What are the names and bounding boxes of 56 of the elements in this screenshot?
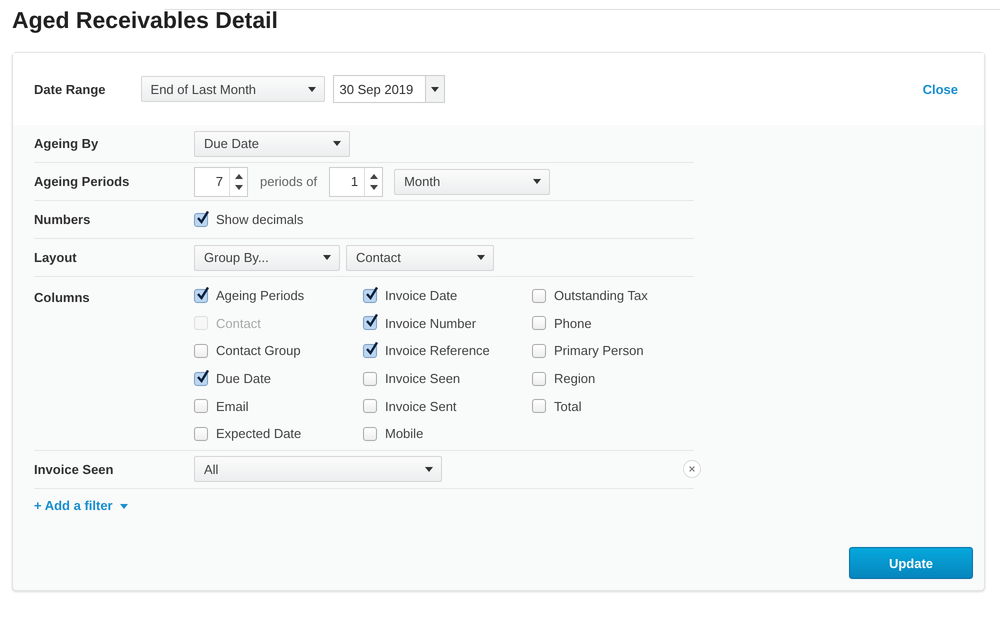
checkbox[interactable] xyxy=(532,316,546,330)
checkbox[interactable] xyxy=(194,288,208,303)
field-label: Date Range xyxy=(34,82,106,96)
checkbox[interactable] xyxy=(532,372,546,386)
group-by-dropdown[interactable]: Group By... xyxy=(194,244,340,270)
field-label: Ageing By xyxy=(34,136,100,151)
checkbox[interactable] xyxy=(363,316,377,330)
checkbox-label: Mobile xyxy=(385,426,424,442)
caret-icon xyxy=(120,504,128,509)
field-label: Invoice Seen xyxy=(34,462,114,477)
checkbox-label: Email xyxy=(216,398,249,414)
checkbox[interactable] xyxy=(363,426,377,441)
filter-dropdown[interactable]: All xyxy=(194,456,442,482)
period-unit-dropdown[interactable]: Month xyxy=(394,168,550,194)
checkbox[interactable] xyxy=(194,426,208,441)
periods-of-text: periods of xyxy=(260,174,318,189)
field-label: Layout xyxy=(34,250,78,265)
checkbox-label: Total xyxy=(554,398,582,414)
close-link[interactable]: Close xyxy=(922,82,958,96)
layout-dropdown[interactable]: Contact xyxy=(346,244,494,270)
checkbox[interactable] xyxy=(363,399,377,414)
field-label: Numbers xyxy=(34,212,92,227)
checkbox-label: Expected Date xyxy=(216,426,302,442)
checkbox[interactable] xyxy=(363,288,377,303)
checkbox-label: Outstanding Tax xyxy=(554,288,648,304)
checkbox[interactable] xyxy=(194,212,208,226)
checkbox[interactable] xyxy=(532,399,546,414)
field-label: Columns xyxy=(34,290,91,305)
period-count-spinner[interactable]: 7 xyxy=(194,166,248,196)
ageing-by-dropdown[interactable]: Due Date xyxy=(194,130,350,156)
checkbox-label: Invoice Reference xyxy=(385,343,490,358)
remove-filter-icon[interactable] xyxy=(683,460,701,478)
checkbox[interactable] xyxy=(532,344,546,358)
checkbox-label: Invoice Number xyxy=(385,316,476,331)
checkbox-label: Show decimals xyxy=(216,212,304,227)
checkbox-label: Invoice Seen xyxy=(385,371,460,386)
page-title: Aged Receivables Detail xyxy=(11,6,279,35)
checkbox[interactable] xyxy=(194,372,208,386)
checkbox[interactable] xyxy=(532,288,546,303)
checkbox-label: Region xyxy=(554,371,596,386)
checkbox-label: Contact Group xyxy=(216,343,301,358)
checkbox-label: Due Date xyxy=(216,371,271,386)
checkbox[interactable] xyxy=(194,344,208,358)
checkbox-label: Contact xyxy=(216,316,261,331)
checkbox[interactable] xyxy=(363,372,377,386)
checkbox-label: Invoice Date xyxy=(385,288,458,304)
period-length-spinner[interactable]: 1 xyxy=(329,166,384,196)
checkbox[interactable] xyxy=(194,399,208,414)
checkbox-label: Phone xyxy=(554,316,592,331)
date-field[interactable]: 30 Sep 2019 xyxy=(332,75,446,103)
checkbox-label: Primary Person xyxy=(554,343,644,358)
date-range-dropdown[interactable]: End of Last Month xyxy=(140,76,325,102)
checkbox[interactable] xyxy=(363,344,377,358)
checkbox-label: Invoice Sent xyxy=(385,398,457,414)
checkbox-label: Ageing Periods xyxy=(216,288,304,304)
field-label: Ageing Periods xyxy=(34,174,130,189)
